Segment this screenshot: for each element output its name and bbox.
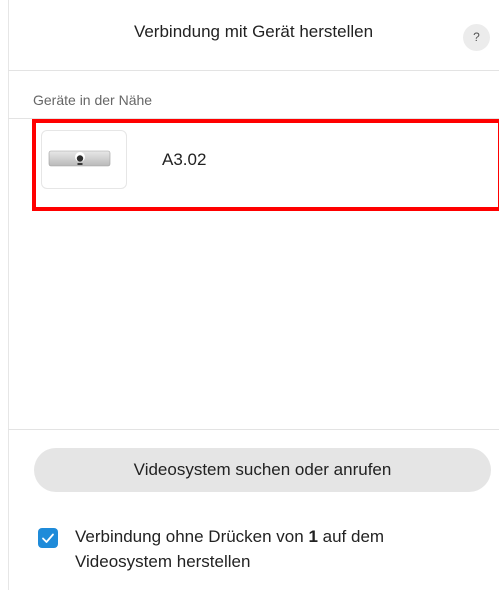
nearby-section-label: Geräte in der Nähe [33, 92, 153, 108]
help-icon: ? [473, 30, 480, 44]
footer-divider [8, 429, 499, 430]
dialog-title: Verbindung mit Gerät herstellen [133, 22, 374, 41]
connect-without-pin-checkbox[interactable] [38, 528, 58, 548]
search-or-call-button[interactable]: Videosystem suchen oder anrufen [34, 448, 491, 492]
dialog-header: Verbindung mit Gerät herstellen ? [8, 0, 499, 70]
help-button[interactable]: ? [463, 24, 490, 51]
header-divider [8, 70, 499, 71]
label-bold-number: 1 [308, 527, 318, 546]
device-selection-highlight [32, 119, 499, 211]
checkmark-icon [42, 533, 54, 543]
label-before: Verbindung ohne Drücken von [75, 527, 309, 546]
connect-without-pin-label: Verbindung ohne Drücken von 1 auf dem Vi… [75, 524, 475, 574]
panel-edge [8, 0, 9, 590]
